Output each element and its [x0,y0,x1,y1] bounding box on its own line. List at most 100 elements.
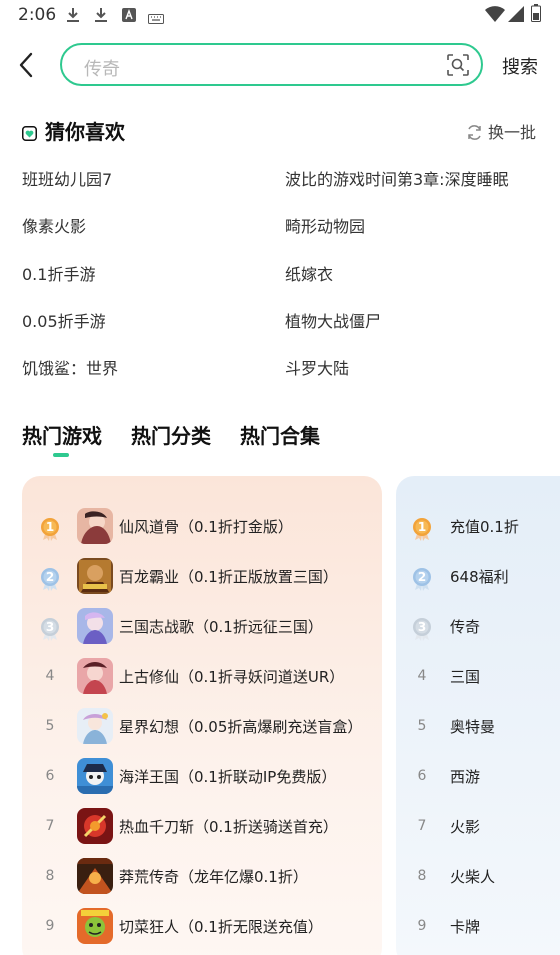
game-name: 百龙霸业（0.1折正版放置三国） [119,568,338,586]
guess-item[interactable]: 纸嫁衣 [285,261,333,285]
rank-number: 5 [45,718,55,734]
guess-item[interactable]: 0.1折手游 [22,261,95,285]
guess-item[interactable]: 班班幼儿园7 [22,166,112,190]
table-row[interactable]: 7 热血千刀斩（0.1折送骑送首充） [22,804,382,848]
list-item[interactable]: 5 奥特曼 [396,704,560,748]
game-icon [77,808,113,844]
category-name: 奥特曼 [450,718,496,736]
game-icon [77,658,113,694]
list-item[interactable]: 7 火影 [396,804,560,848]
refresh-label: 换一批 [488,123,537,142]
rank-number: 9 [417,918,427,934]
table-row[interactable]: 3 三国志战歌（0.1折远征三国） [22,604,382,648]
search-placeholder: 传奇 [84,59,120,80]
rank-number: 1 [45,520,55,534]
list-item[interactable]: 6 西游 [396,754,560,798]
table-row[interactable]: 1 仙风道骨（0.1折打金版） [22,504,382,548]
hot-games-card: 1 仙风道骨（0.1折打金版） 2 百龙霸业（0.1折正版放置三国） 3 三国志… [22,476,382,955]
list-item[interactable]: 4 三国 [396,654,560,698]
signal-icon [508,6,524,26]
category-name: 西游 [450,768,481,786]
download-icon [94,7,108,27]
rank-number: 4 [417,668,427,684]
guess-item[interactable]: 像素火影 [22,213,86,237]
rank-number: 3 [45,620,55,634]
table-row[interactable]: 2 百龙霸业（0.1折正版放置三国） [22,554,382,598]
tab-hot-categories[interactable]: 热门分类 [131,420,211,449]
refresh-icon [468,125,481,140]
back-button[interactable] [14,50,40,80]
guess-item[interactable]: 波比的游戏时间第3章:深度睡眠 [285,166,509,190]
game-name: 仙风道骨（0.1折打金版） [119,518,293,536]
rank-number: 3 [417,620,427,634]
gold-medal-icon: 1 [411,517,433,541]
rank-number: 8 [45,868,55,884]
game-icon [77,908,113,944]
chevron-left-icon [19,52,33,78]
bronze-medal-icon: 3 [39,617,61,641]
list-item[interactable]: 3 传奇 [396,604,560,648]
table-row[interactable]: 9 切菜狂人（0.1折无限送充值） [22,904,382,948]
heart-badge-icon [22,122,37,146]
wifi-icon [485,6,505,26]
category-name: 充值0.1折 [450,518,519,536]
a-icon [122,7,136,26]
hot-categories-card: 1 充值0.1折 2 648福利 3 传奇 4 三国 5 奥特曼 6 西游 7 … [396,476,560,955]
guess-item[interactable]: 0.05折手游 [22,308,106,332]
search-input[interactable]: 传奇 [60,43,483,86]
category-name: 三国 [450,668,481,686]
game-name: 莽荒传奇（龙年亿爆0.1折） [119,868,308,886]
rank-number: 5 [417,718,427,734]
game-name: 上古修仙（0.1折寻妖问道送UR） [119,668,345,686]
game-icon [77,858,113,894]
list-item[interactable]: 9 卡牌 [396,904,560,948]
rank-number: 6 [45,768,55,784]
category-name: 火柴人 [450,868,496,886]
rank-number: 8 [417,868,427,884]
rank-number: 1 [417,520,427,534]
game-name: 海洋王国（0.1折联动IP免费版） [119,768,337,786]
game-name: 星界幻想（0.05折高爆刷充送盲盒） [119,718,363,736]
rank-number: 2 [417,570,427,584]
active-tab-indicator [53,453,69,457]
guess-section-title: 猜你喜欢 [22,116,125,146]
game-icon [77,708,113,744]
game-icon [77,608,113,644]
tab-hot-collections[interactable]: 热门合集 [240,420,320,449]
guess-item[interactable]: 畸形动物园 [285,213,365,237]
list-item[interactable]: 1 充值0.1折 [396,504,560,548]
game-name: 三国志战歌（0.1折远征三国） [119,618,323,636]
table-row[interactable]: 6 海洋王国（0.1折联动IP免费版） [22,754,382,798]
game-icon [77,758,113,794]
scan-icon[interactable] [447,54,469,76]
table-row[interactable]: 8 莽荒传奇（龙年亿爆0.1折） [22,854,382,898]
battery-icon [531,4,541,26]
guess-item[interactable]: 饥饿鲨：世界 [22,355,118,379]
category-name: 火影 [450,818,481,836]
game-icon [77,508,113,544]
rank-number: 7 [45,818,55,834]
search-bar: 传奇 搜索 [0,40,560,90]
rank-number: 9 [45,918,55,934]
bronze-medal-icon: 3 [411,617,433,641]
category-name: 传奇 [450,618,481,636]
keyboard-icon [148,9,164,28]
guess-title-text: 猜你喜欢 [45,120,125,144]
list-item[interactable]: 8 火柴人 [396,854,560,898]
rank-number: 6 [417,768,427,784]
search-button[interactable]: 搜索 [502,53,538,79]
refresh-button[interactable]: 换一批 [466,119,536,143]
table-row[interactable]: 5 星界幻想（0.05折高爆刷充送盲盒） [22,704,382,748]
table-row[interactable]: 4 上古修仙（0.1折寻妖问道送UR） [22,654,382,698]
guess-item[interactable]: 植物大战僵尸 [285,308,381,332]
list-item[interactable]: 2 648福利 [396,554,560,598]
rank-number: 7 [417,818,427,834]
tab-hot-games[interactable]: 热门游戏 [22,420,102,449]
game-name: 切菜狂人（0.1折无限送充值） [119,918,323,936]
category-name: 648福利 [450,568,509,586]
download-icon [66,7,80,27]
status-time: 2:06 [18,5,57,25]
guess-item[interactable]: 斗罗大陆 [285,355,349,379]
rank-number: 2 [45,570,55,584]
gold-medal-icon: 1 [39,517,61,541]
